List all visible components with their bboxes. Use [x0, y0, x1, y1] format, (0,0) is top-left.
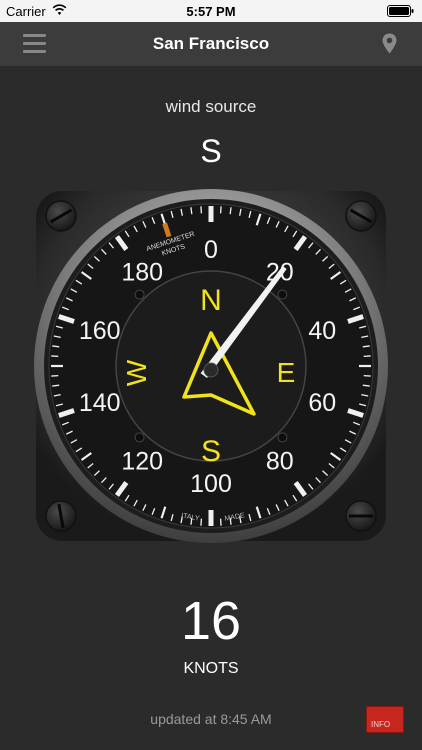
- compass-letter-n: N: [200, 284, 222, 317]
- scale-tick: [190, 207, 193, 215]
- scale-tick: [229, 207, 232, 215]
- scale-label: 120: [121, 448, 163, 476]
- dial-rivet: [134, 432, 145, 443]
- location-pin-icon[interactable]: [382, 33, 397, 54]
- compass-letter-s: S: [201, 435, 221, 468]
- status-bar: Carrier 5:57 PM: [0, 0, 422, 22]
- city-title: San Francisco: [152, 34, 270, 53]
- scale-tick: [52, 345, 60, 348]
- wind-speed-unit: KNOTS: [183, 660, 239, 677]
- scale-label: 80: [266, 448, 294, 476]
- battery-icon: [387, 5, 414, 17]
- scale-label: 140: [79, 389, 121, 417]
- scale-tick: [362, 345, 370, 348]
- screw-slot: [349, 514, 373, 518]
- info-button-label: INFO: [371, 720, 391, 729]
- compass-letter-w: W: [121, 359, 152, 386]
- dial-rivet: [277, 432, 288, 443]
- needle-hub: [203, 362, 219, 378]
- scale-label: 180: [121, 258, 163, 286]
- wind-source-label: wind source: [165, 97, 257, 116]
- wind-direction: S: [200, 133, 222, 169]
- dial-rivet: [134, 289, 145, 300]
- compass-letter-e: E: [277, 357, 296, 388]
- status-time: 5:57 PM: [186, 4, 236, 19]
- dial-rivet: [277, 289, 288, 300]
- scale-label: 160: [79, 317, 121, 345]
- nav-bar: San Francisco: [0, 22, 422, 66]
- wind-speed-value: 16: [180, 591, 242, 651]
- updated-time: updated at 8:45 AM: [150, 711, 272, 727]
- scale-label: 0: [204, 236, 218, 264]
- info-button[interactable]: INFO: [366, 706, 404, 733]
- scale-label: 60: [308, 389, 336, 417]
- scale-tick: [52, 384, 60, 387]
- scale-label: 100: [190, 470, 232, 498]
- scale-tick: [362, 384, 370, 387]
- scale-label: 40: [308, 317, 336, 345]
- anemometer-gauge: 020406080100120140160180 ANEMOMETER KNOT…: [34, 189, 388, 543]
